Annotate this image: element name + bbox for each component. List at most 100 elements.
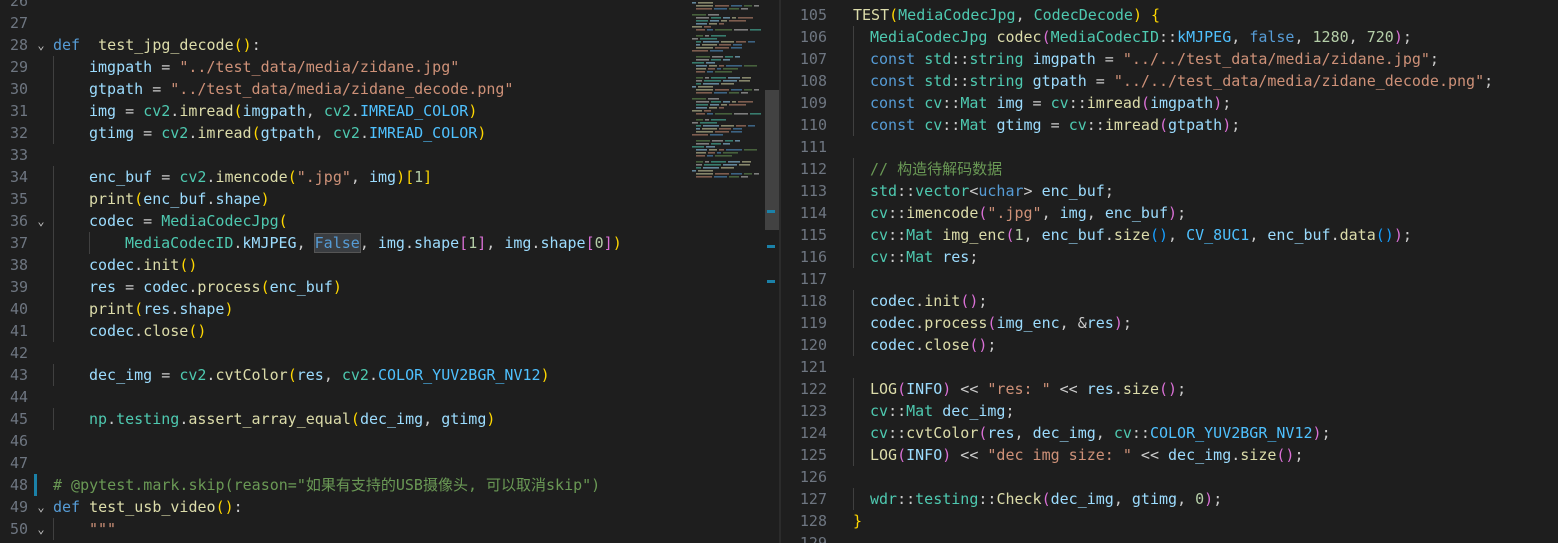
code-text: LOG(INFO) << "res: " << res.size();: [870, 378, 1186, 400]
code-line[interactable]: 121: [781, 356, 1558, 378]
code-token: 1: [468, 234, 478, 252]
code-line[interactable]: 46: [0, 430, 780, 452]
code-line[interactable]: 111: [781, 136, 1558, 158]
line-number: 114: [799, 204, 827, 222]
code-line[interactable]: 36 ⌄ codec = MediaCodecJpg(: [0, 210, 780, 232]
code-token: =: [1023, 94, 1051, 112]
code-token: =: [152, 58, 180, 76]
minimap-line: [735, 140, 740, 142]
code-line[interactable]: 30 gtpath = "../test_data/media/zidane_de…: [0, 78, 780, 100]
code-token: Mat: [906, 248, 934, 266]
python-editor-pane[interactable]: 26 27 28 ⌄ def test_jpg_decode(): 29 imgpath =…: [0, 0, 780, 543]
code-line[interactable]: 105 TEST(MediaCodecJpg, CodecDecode) {: [781, 4, 1558, 26]
code-line[interactable]: 42: [0, 342, 780, 364]
code-line[interactable]: 117: [781, 268, 1558, 290]
code-line[interactable]: 49 ⌄ def test_usb_video():: [0, 496, 780, 518]
code-line[interactable]: 33: [0, 144, 780, 166]
code-token: COLOR_YUV2BGR_NV12: [378, 366, 541, 384]
fold-chevron-icon[interactable]: ⌄: [34, 210, 48, 232]
minimap-line: [696, 131, 713, 133]
code-line[interactable]: 28 ⌄ def test_jpg_decode():: [0, 34, 780, 56]
minimap-line: [738, 17, 753, 19]
code-line[interactable]: 107 const std::string imgpath = "../../te…: [781, 48, 1558, 70]
code-token: gtpath: [1168, 116, 1223, 134]
code-line[interactable]: 127 wdr::testing::Check(dec_img, gtimg, 0…: [781, 488, 1558, 510]
code-line[interactable]: 41 codec.close(): [0, 320, 780, 342]
minimap-line: [721, 83, 734, 85]
code-line[interactable]: 126: [781, 466, 1558, 488]
code-line[interactable]: 122 LOG(INFO) << "res: " << res.size();: [781, 378, 1558, 400]
line-number: 127: [799, 490, 827, 508]
minimap-line: [744, 5, 752, 7]
code-token: (: [889, 6, 899, 24]
selection-highlight: False: [313, 233, 361, 253]
minimap-line: [733, 44, 742, 46]
minimap-line: [696, 143, 709, 145]
code-line[interactable]: 118 codec.init();: [781, 290, 1558, 312]
code-line[interactable]: 120 codec.close();: [781, 334, 1558, 356]
code-line[interactable]: 115 cv::Mat img_enc(1, enc_buf.size(), CV…: [781, 224, 1558, 246]
minimap-line: [696, 20, 708, 22]
minimap-line: [692, 14, 706, 16]
code-line[interactable]: 114 cv::imencode(".jpg", img, enc_buf);: [781, 202, 1558, 224]
line-number: 107: [799, 50, 827, 68]
code-token: gtimg: [1131, 490, 1178, 508]
code-line[interactable]: 48 # @pytest.mark.skip(reason="如果有支持的USB摄…: [0, 474, 780, 496]
code-token: <<: [1131, 446, 1169, 464]
code-line[interactable]: 123 cv::Mat dec_img;: [781, 400, 1558, 422]
code-token: res: [89, 278, 117, 296]
code-line[interactable]: 47: [0, 452, 780, 474]
line-number: 44: [9, 388, 28, 406]
code-line[interactable]: 32 gtimg = cv2.imread(gtpath, cv2.IMREAD_…: [0, 122, 780, 144]
code-line[interactable]: 37 MediaCodecID.kMJPEG, False, img.shape[…: [0, 232, 780, 254]
minimap-line: [731, 89, 742, 91]
code-line[interactable]: 50 ⌄ """: [0, 518, 780, 540]
code-token: cv: [870, 226, 889, 244]
fold-chevron-icon[interactable]: ⌄: [34, 34, 48, 56]
minimap-line: [698, 2, 713, 4]
code-line[interactable]: 106 MediaCodecJpg codec(MediaCodecID::kMJ…: [781, 26, 1558, 48]
minimap[interactable]: [690, 0, 765, 200]
cpp-editor-pane[interactable]: 105 TEST(MediaCodecJpg, CodecDecode) {106…: [781, 0, 1558, 543]
code-line[interactable]: 125 LOG(INFO) << "dec img size: " << dec_…: [781, 444, 1558, 466]
code-line[interactable]: 27: [0, 12, 780, 34]
code-line[interactable]: 34 enc_buf = cv2.imencode(".jpg", img)[1]: [0, 166, 780, 188]
code-line[interactable]: 43 dec_img = cv2.cvtColor(res, cv2.COLOR_…: [0, 364, 780, 386]
code-line[interactable]: 110 const cv::Mat gtimg = cv::imread(gtpa…: [781, 114, 1558, 136]
code-token: (: [287, 168, 297, 186]
code-line[interactable]: 109 const cv::Mat img = cv::imread(imgpat…: [781, 92, 1558, 114]
code-line[interactable]: 44: [0, 386, 780, 408]
code-line[interactable]: 45 np.testing.assert_array_equal(dec_img,…: [0, 408, 780, 430]
code-line[interactable]: 26: [0, 0, 780, 12]
code-token: .: [915, 292, 925, 310]
minimap-line: [696, 5, 713, 7]
fold-chevron-icon[interactable]: ⌄: [34, 496, 48, 518]
code-line[interactable]: 128}: [781, 510, 1558, 532]
scrollbar-thumb[interactable]: [765, 90, 779, 230]
fold-chevron-icon[interactable]: ⌄: [34, 518, 48, 540]
code-line[interactable]: 108 const std::string gtpath = "../../tes…: [781, 70, 1558, 92]
code-token: codec: [143, 278, 189, 296]
minimap-line: [704, 164, 721, 166]
code-line[interactable]: 124 cv::cvtColor(res, dec_img, cv::COLOR_…: [781, 422, 1558, 444]
code-token: [: [585, 234, 595, 252]
indent-guide: [853, 202, 854, 224]
code-line[interactable]: 40 print(res.shape): [0, 298, 780, 320]
code-line[interactable]: 119 codec.process(img_enc, &res);: [781, 312, 1558, 334]
code-token: (: [1159, 116, 1169, 134]
code-line[interactable]: 29 imgpath = "../test_data/media/zidane.j…: [0, 56, 780, 78]
code-line[interactable]: 116 cv::Mat res;: [781, 246, 1558, 268]
code-line[interactable]: 31 img = cv2.imread(imgpath, cv2.IMREAD_C…: [0, 100, 780, 122]
vertical-scrollbar[interactable]: [765, 0, 779, 543]
code-line[interactable]: 35 print(enc_buf.shape): [0, 188, 780, 210]
code-line[interactable]: 129: [781, 532, 1558, 543]
code-line[interactable]: 112 // 构造待解码数据: [781, 158, 1558, 180]
code-line[interactable]: 38 codec.init(): [0, 254, 780, 276]
code-line[interactable]: 39 res = codec.process(enc_buf): [0, 276, 780, 298]
line-number: 29: [9, 58, 28, 76]
code-token: ,: [1086, 204, 1105, 222]
code-token: (: [134, 190, 144, 208]
code-token: Mat: [906, 226, 934, 244]
code-line[interactable]: 113 std::vector<uchar> enc_buf;: [781, 180, 1558, 202]
minimap-line: [709, 107, 717, 109]
